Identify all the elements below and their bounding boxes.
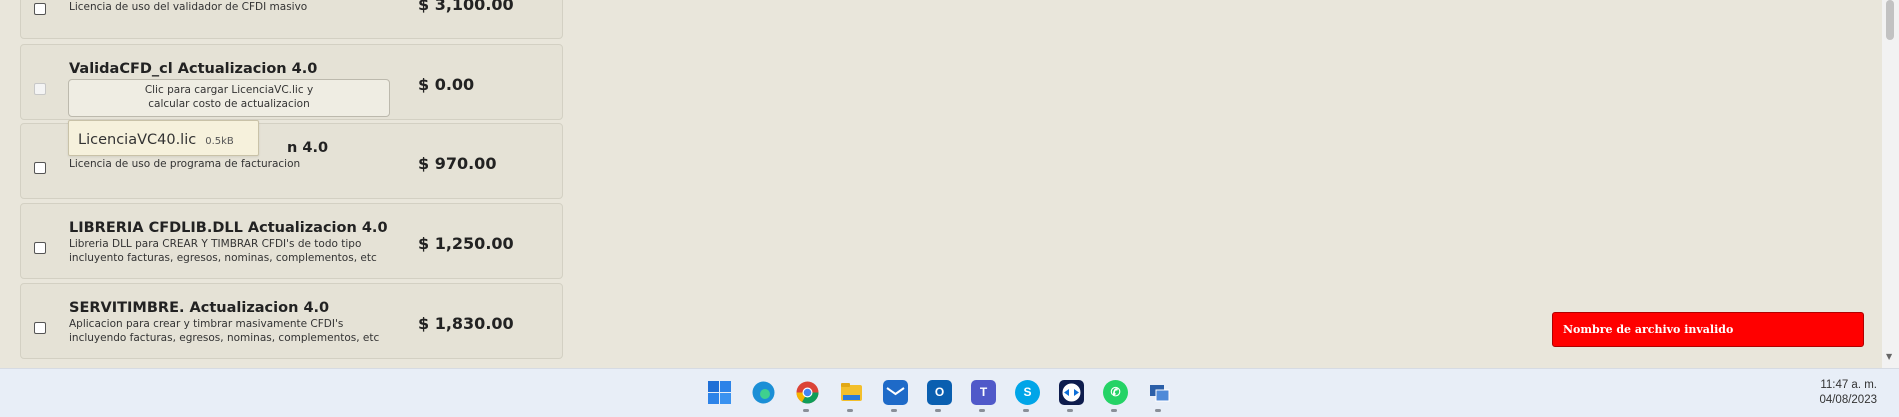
outlook-icon[interactable]: O	[927, 380, 952, 405]
error-toast: Nombre de archivo invalido	[1552, 312, 1864, 347]
mail-icon[interactable]	[883, 380, 908, 405]
taskbar-running-indicator	[1067, 409, 1073, 412]
product-description: Licencia de uso de programa de facturaci…	[69, 158, 301, 170]
edge-icon[interactable]	[751, 380, 776, 405]
product-description: Aplicacion para crear y timbrar masivame…	[69, 318, 344, 330]
product-card: LIBRERIA CFDLIB.DLL Actualizacion 4.0 Li…	[20, 203, 563, 279]
scroll-down-arrow-icon[interactable]: ▼	[1886, 352, 1892, 361]
product-price: $ 1,250.00	[418, 234, 514, 253]
file-name: LicenciaVC40.lic	[78, 132, 197, 148]
product-title: SERVITIMBRE. Actualizacion 4.0	[69, 300, 330, 316]
product-checkbox[interactable]	[34, 3, 46, 15]
taskbar-running-indicator	[1155, 409, 1161, 412]
file-size: 0.5kB	[205, 136, 234, 147]
taskbar: O T S ✆ 11:47 a. m. 04/08/2023	[0, 368, 1899, 417]
product-price: $ 0.00	[418, 75, 475, 94]
product-checkbox[interactable]	[34, 322, 46, 334]
product-description: Licencia de uso del validador de CFDI ma…	[69, 1, 308, 13]
taskbar-running-indicator	[979, 409, 985, 412]
whatsapp-icon[interactable]: ✆	[1103, 380, 1128, 405]
clock-date: 04/08/2023	[1819, 394, 1877, 406]
load-license-line2: calcular costo de actualizacion	[148, 97, 310, 110]
product-checkbox[interactable]	[34, 162, 46, 174]
load-license-button[interactable]: Clic para cargar LicenciaVC.lic y calcul…	[68, 79, 390, 117]
taskbar-running-indicator	[935, 409, 941, 412]
product-title: ValidaCFD_cl Actualizacion 4.0	[69, 61, 318, 77]
taskbar-running-indicator	[803, 409, 809, 412]
product-card: Licencia de uso del validador de CFDI ma…	[20, 0, 563, 39]
product-checkbox[interactable]	[34, 242, 46, 254]
product-price: $ 970.00	[418, 154, 497, 173]
product-card: SERVITIMBRE. Actualizacion 4.0 Aplicacio…	[20, 283, 563, 359]
clock-time: 11:47 a. m.	[1820, 379, 1877, 391]
product-price: $ 3,100.00	[418, 0, 514, 14]
taskbar-running-indicator	[1023, 409, 1029, 412]
page-scrollbar[interactable]: ▼	[1882, 0, 1899, 368]
skype-icon[interactable]: S	[1015, 380, 1040, 405]
product-description: Libreria DLL para CREAR Y TIMBRAR CFDI's…	[69, 238, 362, 250]
teams-icon[interactable]: T	[971, 380, 996, 405]
taskbar-running-indicator	[847, 409, 853, 412]
selected-file-chip[interactable]: LicenciaVC40.lic 0.5kB	[68, 120, 259, 156]
product-checkbox[interactable]	[34, 83, 46, 95]
chrome-icon[interactable]	[795, 380, 820, 405]
product-price: $ 1,830.00	[418, 314, 514, 333]
product-title: LIBRERIA CFDLIB.DLL Actualizacion 4.0	[69, 220, 388, 236]
load-license-line1: Clic para cargar LicenciaVC.lic y	[144, 84, 314, 96]
remote-desktop-icon[interactable]	[1147, 380, 1172, 405]
teamviewer-icon[interactable]	[1059, 380, 1084, 405]
product-description: incluyendo facturas, egresos, nominas, c…	[69, 332, 380, 344]
windows-start-icon[interactable]	[707, 380, 732, 405]
system-clock[interactable]: 11:47 a. m. 04/08/2023	[1819, 378, 1877, 408]
taskbar-running-indicator	[1111, 409, 1117, 412]
scrollbar-thumb[interactable]	[1886, 0, 1894, 40]
product-description: incluyento facturas, egresos, nominas, c…	[69, 252, 377, 264]
file-explorer-icon[interactable]	[839, 380, 864, 405]
taskbar-running-indicator	[891, 409, 897, 412]
product-title: n 4.0	[287, 140, 329, 156]
